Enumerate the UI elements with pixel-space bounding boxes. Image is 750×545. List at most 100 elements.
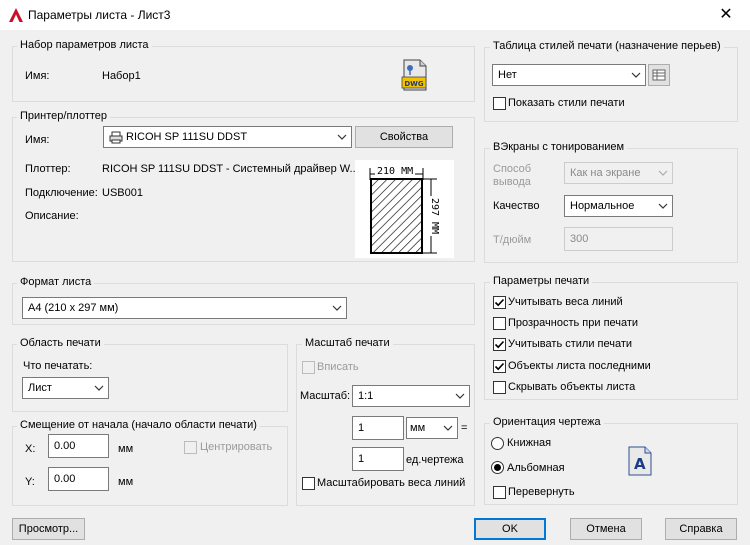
scale-select[interactable]: 1:1 [352,385,470,407]
chevron-down-icon [658,203,668,209]
portrait-label: Книжная [507,437,552,449]
preview-height-label: 297 MM [429,195,440,237]
printer-title: Принтер/плоттер [17,110,111,122]
portrait-radio[interactable] [491,437,504,450]
plot-option-label: Объекты листа последними [508,360,651,372]
plot-options-title: Параметры печати [490,275,593,287]
center-checkbox[interactable] [184,441,197,454]
printer-select[interactable]: RICOH SP 111SU DDST [103,126,352,148]
fit-to-paper-label: Вписать [317,361,359,373]
upside-down-label: Перевернуть [508,486,575,498]
scale-lineweights-label: Масштабировать веса линий [317,477,466,489]
orientation-title: Ориентация чертежа [490,416,604,428]
scale-drawing-units-input[interactable]: 1 [352,447,404,471]
checkmark-icon [494,362,505,371]
offset-x-input[interactable]: 0.00 [48,434,109,458]
plot-option-label: Скрывать объекты листа [508,381,636,393]
what-to-print-select[interactable]: Лист [22,377,109,399]
scale-drawing-units-value: 1 [358,453,365,465]
offset-y-label: Y: [25,476,35,488]
what-to-print-label: Что печатать: [23,360,93,372]
upside-down-checkbox[interactable] [493,486,506,499]
preview-width-label: 210 MM [375,166,416,177]
description-label: Описание: [25,210,79,222]
checkmark-icon [494,298,505,307]
printer-icon [109,131,123,144]
chevron-down-icon [631,72,641,78]
paper-size-select[interactable]: A4 (210 x 297 мм) [22,297,347,319]
close-icon[interactable]: ✕ [716,4,736,24]
page-setup-name-label: Имя: [25,70,50,82]
chevron-down-icon [94,385,104,391]
offset-y-value: 0.00 [54,473,76,485]
plot-style-value: Нет [498,69,517,81]
offset-x-unit: мм [118,443,134,455]
plot-option-label: Прозрачность при печати [508,317,639,329]
checkmark-icon [494,340,505,349]
chevron-down-icon [443,425,453,431]
connection-label: Подключение: [25,187,98,199]
scale-units-value: мм [410,422,426,434]
chevron-down-icon [337,134,347,140]
plot-option-checkbox[interactable] [493,338,506,351]
autocad-logo-icon [9,8,23,22]
paper-size-title: Формат листа [17,276,95,288]
paper-preview: 210 MM 297 MM [355,160,454,258]
ok-button[interactable]: OK [474,518,546,540]
equals-sign: = [461,422,468,434]
scale-value: 1:1 [358,390,374,402]
table-edit-icon [652,69,666,81]
drawing-units-label: ед.чертежа [406,454,464,466]
plotter-value: RICOH SP 111SU DDST - Системный драйвер … [102,163,359,175]
offset-y-input[interactable]: 0.00 [48,467,109,491]
plot-option-label: Учитывать стили печати [508,338,633,350]
help-button[interactable]: Справка [665,518,737,540]
shade-plot-select[interactable]: Как на экране [564,162,673,184]
offset-y-unit: мм [118,476,134,488]
landscape-radio[interactable] [491,461,504,474]
fit-to-paper-checkbox[interactable] [302,361,315,374]
chevron-down-icon [658,170,668,176]
offset-x-label: X: [25,443,36,455]
scale-label: Масштаб: [300,390,351,402]
shade-plot-value: Как на экране [570,167,641,179]
offset-title: Смещение от начала (начало области печат… [17,419,260,431]
landscape-label: Альбомная [507,462,565,474]
scale-lineweights-checkbox[interactable] [302,477,315,490]
chevron-down-icon [332,305,342,311]
scale-title: Масштаб печати [302,337,393,349]
quality-value: Нормальное [570,200,635,212]
plot-option-checkbox[interactable] [493,360,506,373]
paper-size-value: A4 (210 x 297 мм) [28,302,119,314]
printer-name-label: Имя: [25,134,50,146]
chevron-down-icon [455,393,465,399]
dwg-file-icon-label: DWG [404,80,424,88]
show-plot-styles-label: Показать стили печати [508,97,625,109]
shaded-viewport-title: ВЭкраны с тонированием [490,141,628,153]
properties-button[interactable]: Свойства [355,126,453,148]
cancel-button[interactable]: Отмена [570,518,642,540]
show-plot-styles-checkbox[interactable] [493,97,506,110]
plot-style-select[interactable]: Нет [492,64,646,86]
offset-x-value: 0.00 [54,440,76,452]
quality-select[interactable]: Нормальное [564,195,673,217]
dwg-file-icon: DWG [401,58,429,92]
plot-option-checkbox[interactable] [493,296,506,309]
page-setup-title: Набор параметров листа [17,39,152,51]
printer-select-value: RICOH SP 111SU DDST [126,131,248,143]
preview-button[interactable]: Просмотр... [12,518,85,540]
scale-units-select[interactable]: мм [406,417,458,439]
quality-label: Качество [493,200,540,212]
window-title: Параметры листа - Лист3 [28,8,171,22]
plotter-label: Плоттер: [25,163,71,175]
center-label: Центрировать [200,441,273,453]
plot-option-checkbox[interactable] [493,317,506,330]
shade-plot-label-2: вывода [493,176,531,188]
plot-option-label: Учитывать веса линий [508,296,623,308]
plot-option-checkbox[interactable] [493,381,506,394]
edit-plot-style-button[interactable] [648,64,670,86]
scale-paper-units-input[interactable]: 1 [352,416,404,440]
dpi-input[interactable]: 300 [564,227,673,251]
orientation-preview-icon: A [627,446,653,476]
dpi-label: Т/дюйм [493,234,532,246]
